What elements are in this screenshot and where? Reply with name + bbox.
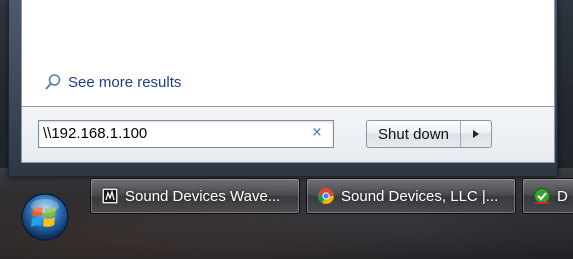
shut-down-button-group: Shut down: [366, 120, 492, 148]
taskbar-button-label: Sound Devices, LLC |...: [341, 187, 499, 205]
chrome-icon: [317, 188, 334, 204]
start-button[interactable]: [20, 192, 70, 242]
windows-logo-icon: [21, 193, 69, 241]
search-results-pane: See more results: [21, 0, 555, 107]
shut-down-options-button[interactable]: [461, 121, 491, 147]
taskbar-button-sound-devices-llc[interactable]: Sound Devices, LLC |...: [306, 178, 516, 214]
see-more-results-label: See more results: [68, 73, 182, 91]
taskbar-button-sound-devices-wave[interactable]: Sound Devices Wave...: [90, 178, 300, 214]
taskbar-button-label: Sound Devices Wave...: [125, 187, 281, 205]
start-menu: See more results: [8, 0, 558, 176]
search-input[interactable]: [43, 123, 303, 143]
taskbar-button-label: D: [557, 187, 568, 205]
clear-search-icon[interactable]: ×: [309, 124, 325, 142]
shut-down-button[interactable]: Shut down: [367, 121, 460, 147]
wave-app-icon: [101, 187, 119, 205]
green-check-app-icon: [534, 188, 550, 204]
triangle-right-icon: [473, 130, 479, 138]
search-icon: [45, 74, 61, 90]
taskbar-button-app-d[interactable]: D: [522, 178, 573, 214]
search-box[interactable]: ×: [38, 120, 334, 148]
see-more-results-link[interactable]: See more results: [44, 72, 181, 92]
